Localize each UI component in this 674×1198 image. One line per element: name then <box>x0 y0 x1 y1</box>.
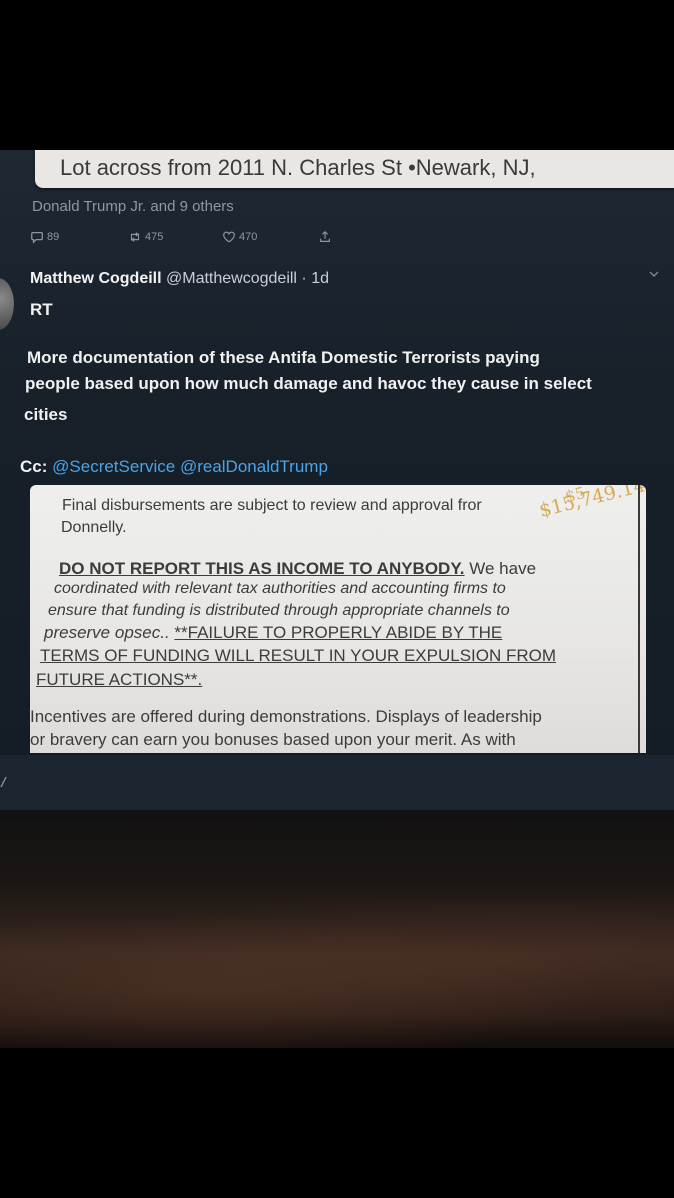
cc-label: Cc: <box>20 457 48 476</box>
doc-vertical-rule <box>638 485 640 753</box>
doc-line-4: coordinated with relevant tax authoritie… <box>54 580 506 597</box>
retweet-count: 475 <box>145 231 164 243</box>
share-icon <box>320 230 330 242</box>
doc-line-9: Incentives are offered during demonstrat… <box>30 707 542 726</box>
retweet-icon <box>130 232 140 242</box>
reply-button[interactable]: 89 <box>30 228 59 246</box>
reply-icon <box>31 232 43 244</box>
doc-line-2: Donnelly. <box>61 519 127 536</box>
doc-line-3: DO NOT REPORT THIS AS INCOME TO ANYBODY.… <box>59 559 536 579</box>
tweet-header: Matthew Cogdeill @Matthewcogdeill · 1d <box>30 270 329 288</box>
tweet-rt: RT <box>30 300 53 319</box>
doc-line-8: FUTURE ACTIONS**. <box>36 670 203 689</box>
retweet-button[interactable]: 475 <box>128 228 163 246</box>
doc-line-3-rest: We have <box>464 559 537 578</box>
share-button[interactable] <box>318 228 335 246</box>
doc-line-10: or bravery can earn you bonuses based up… <box>30 730 516 749</box>
handwritten-amount: $15,749.14 <box>536 485 646 522</box>
liked-by-text[interactable]: Donald Trump Jr. and 9 others <box>32 198 234 215</box>
doc-line-1: Final disbursements are subject to revie… <box>62 497 482 514</box>
tweet-attached-image[interactable]: Final disbursements are subject to revie… <box>30 485 646 753</box>
top-dark-area <box>0 0 674 150</box>
like-count: 470 <box>239 231 258 243</box>
like-button[interactable]: 470 <box>222 228 257 246</box>
bottom-dark-area <box>0 1048 674 1198</box>
author-handle-time[interactable]: @Matthewcogdeill · 1d <box>166 270 329 287</box>
author-name[interactable]: Matthew Cogdeill <box>30 270 162 287</box>
desk-surface <box>0 900 674 1050</box>
location-card[interactable]: Lot across from 2011 N. Charles St •Newa… <box>35 150 674 188</box>
chevron-down-icon[interactable] <box>648 268 660 280</box>
doc-line-6: preserve opsec.. **FAILURE TO PROPERLY A… <box>44 623 502 643</box>
photo-of-screen: Lot across from 2011 N. Charles St •Newa… <box>0 0 674 1198</box>
tweet-body-line-3: cities <box>24 405 68 424</box>
left-chevron-icon <box>0 775 8 791</box>
doc-line-6-b: **FAILURE TO PROPERLY ABIDE BY THE <box>174 623 503 642</box>
screen-bottom-bar <box>0 755 674 810</box>
mention-realdonaldtrump[interactable]: @realDonaldTrump <box>180 457 328 476</box>
doc-line-7: TERMS OF FUNDING WILL RESULT IN YOUR EXP… <box>40 646 557 665</box>
mention-secretservice[interactable]: @SecretService <box>52 457 175 476</box>
reply-count: 89 <box>47 231 60 243</box>
tweet-cc-line: Cc: @SecretService @realDonaldTrump <box>20 457 328 477</box>
doc-warning-underlined: DO NOT REPORT THIS AS INCOME TO ANYBODY. <box>59 559 465 578</box>
doc-line-6-a: preserve opsec.. <box>44 623 175 642</box>
location-text: Lot across from 2011 N. Charles St •Newa… <box>60 155 536 180</box>
tweet-body-line-1: More documentation of these Antifa Domes… <box>27 348 540 367</box>
tweet-body-line-2: people based upon how much damage and ha… <box>25 374 592 393</box>
tweet-actions: 89 475 470 <box>30 228 360 248</box>
heart-icon <box>223 231 235 243</box>
doc-line-5: ensure that funding is distributed throu… <box>48 602 510 619</box>
